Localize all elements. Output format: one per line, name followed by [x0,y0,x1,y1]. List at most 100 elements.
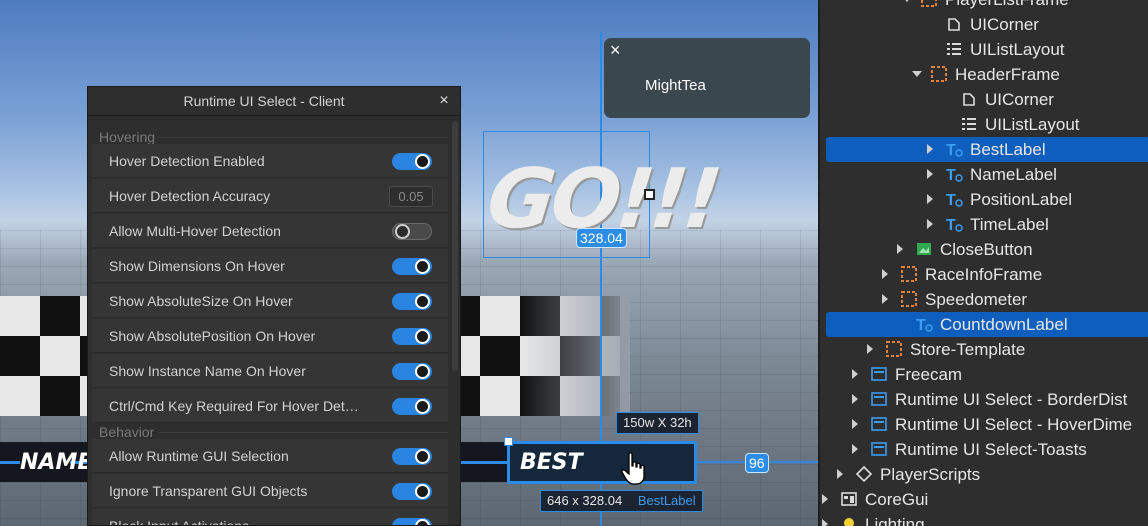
setting-row: Allow Runtime GUI Selection [92,439,448,473]
explorer-item-label: UIListLayout [985,115,1080,134]
setting-toggle[interactable] [392,448,432,465]
explorer-item[interactable]: T TimeLabel [820,212,1148,237]
explorer-item[interactable]: T BestLabel [826,137,1148,162]
close-icon[interactable]: × [610,40,628,60]
screengui-icon [870,365,888,383]
explorer-item[interactable]: HeaderFrame [820,62,1148,87]
corner-handle[interactable] [504,437,513,446]
player-popup [604,38,810,118]
uilistlayout-icon [960,115,978,133]
frame-icon [900,290,918,308]
setting-toggle[interactable] [392,258,432,275]
header-stripe [0,461,20,464]
explorer-item[interactable]: Freecam [820,362,1148,387]
chevron-down-icon[interactable] [902,0,912,2]
chevron-right-icon[interactable] [837,469,843,479]
explorer-item[interactable]: T NameLabel [820,162,1148,187]
explorer-item-label: BestLabel [970,140,1046,159]
close-icon[interactable]: × [436,92,452,110]
chevron-right-icon[interactable] [927,194,933,204]
explorer-item[interactable]: Speedometer [820,287,1148,312]
explorer-item-label: PlayerListFrame [945,0,1069,10]
textlabel-icon: T [945,140,963,159]
explorer-item[interactable]: Store-Template [820,337,1148,362]
toggle-knob [415,484,430,499]
chevron-right-icon[interactable] [822,494,828,504]
uicorner-icon [945,15,963,33]
setting-row: Hover Detection Enabled [92,144,448,178]
svg-text:T: T [946,142,956,158]
runtime-ui-select-panel: Runtime UI Select - Client × Hovering Be… [87,86,461,526]
panel-title-bar[interactable]: Runtime UI Select - Client × [88,87,460,116]
setting-label: Allow Multi-Hover Detection [109,223,281,239]
chevron-right-icon[interactable] [852,419,858,429]
explorer-item[interactable]: UIListLayout [820,112,1148,137]
explorer-item-label: PlayerScripts [880,465,981,484]
explorer-item-label: Speedometer [925,290,1028,309]
size-tooltip: 150w X 32h [616,412,699,434]
chevron-right-icon[interactable] [852,394,858,404]
toggle-knob [415,154,430,169]
chevron-right-icon[interactable] [882,269,888,279]
chevron-right-icon[interactable] [897,244,903,254]
explorer-item[interactable]: Runtime UI Select - BorderDist [820,387,1148,412]
chevron-right-icon[interactable] [867,344,873,354]
explorer-item[interactable]: Runtime UI Select-Toasts [820,437,1148,462]
chevron-right-icon[interactable] [927,219,933,229]
explorer-item-label: Runtime UI Select-Toasts [895,440,1087,459]
explorer-item-label: Runtime UI Select - HoverDime [895,415,1133,434]
coregui-icon [840,490,858,508]
setting-row: Ctrl/Cmd Key Required For Hover Det… [92,389,448,423]
explorer-item-label: TimeLabel [970,215,1049,234]
setting-number-input[interactable]: 0.05 [389,186,433,207]
screengui-icon [870,390,888,408]
explorer-item[interactable]: CoreGui [820,487,1148,512]
setting-toggle[interactable] [392,518,432,525]
explorer-item[interactable]: T CountdownLabel [826,312,1148,337]
chevron-right-icon[interactable] [927,169,933,179]
setting-toggle[interactable] [392,398,432,415]
explorer-item[interactable]: UICorner [820,87,1148,112]
position-tooltip-name: BestLabel [637,493,696,508]
explorer-item[interactable]: UICorner [820,12,1148,37]
setting-toggle[interactable] [392,328,432,345]
chevron-right-icon[interactable] [852,444,858,454]
setting-toggle[interactable] [392,223,432,240]
resize-handle[interactable] [644,189,655,200]
chevron-right-icon[interactable] [852,369,858,379]
checkered-floor-fade [520,296,630,416]
explorer-item[interactable]: T PositionLabel [820,187,1148,212]
setting-toggle[interactable] [392,293,432,310]
setting-label: Show Instance Name On Hover [109,363,306,379]
toggle-knob [415,294,430,309]
explorer-item[interactable]: UIListLayout [820,37,1148,62]
countdown-label-text: GO!!! [483,152,723,247]
explorer-item-label: Runtime UI Select - BorderDist [895,390,1128,409]
setting-label: Block Input Activations [109,518,250,526]
explorer-item[interactable]: PlayerListFrame [820,0,1148,12]
setting-toggle[interactable] [392,363,432,380]
setting-toggle[interactable] [392,153,432,170]
uilistlayout-icon [945,40,963,58]
chevron-down-icon[interactable] [912,71,922,77]
frame-icon [885,340,903,358]
chevron-right-icon[interactable] [822,519,828,526]
explorer-item[interactable]: RaceInfoFrame [820,262,1148,287]
toggle-knob [415,259,430,274]
setting-toggle[interactable] [392,483,432,500]
imagebutton-icon [915,240,933,258]
explorer-item[interactable]: Runtime UI Select - HoverDime [820,412,1148,437]
explorer-item[interactable]: Lighting [820,512,1148,526]
name-label: NAME [20,450,93,475]
explorer-item[interactable]: PlayerScripts [820,462,1148,487]
explorer-item[interactable]: CloseButton [820,237,1148,262]
explorer-item-label: CountdownLabel [940,315,1068,334]
toggle-knob [415,329,430,344]
explorer-item-label: UIListLayout [970,40,1065,59]
panel-scrollbar[interactable] [452,121,458,371]
chevron-right-icon[interactable] [927,144,933,154]
explorer-item-label: UICorner [985,90,1054,109]
textlabel-icon: T [945,215,963,234]
chevron-right-icon[interactable] [882,294,888,304]
playerscripts-icon [855,465,873,483]
